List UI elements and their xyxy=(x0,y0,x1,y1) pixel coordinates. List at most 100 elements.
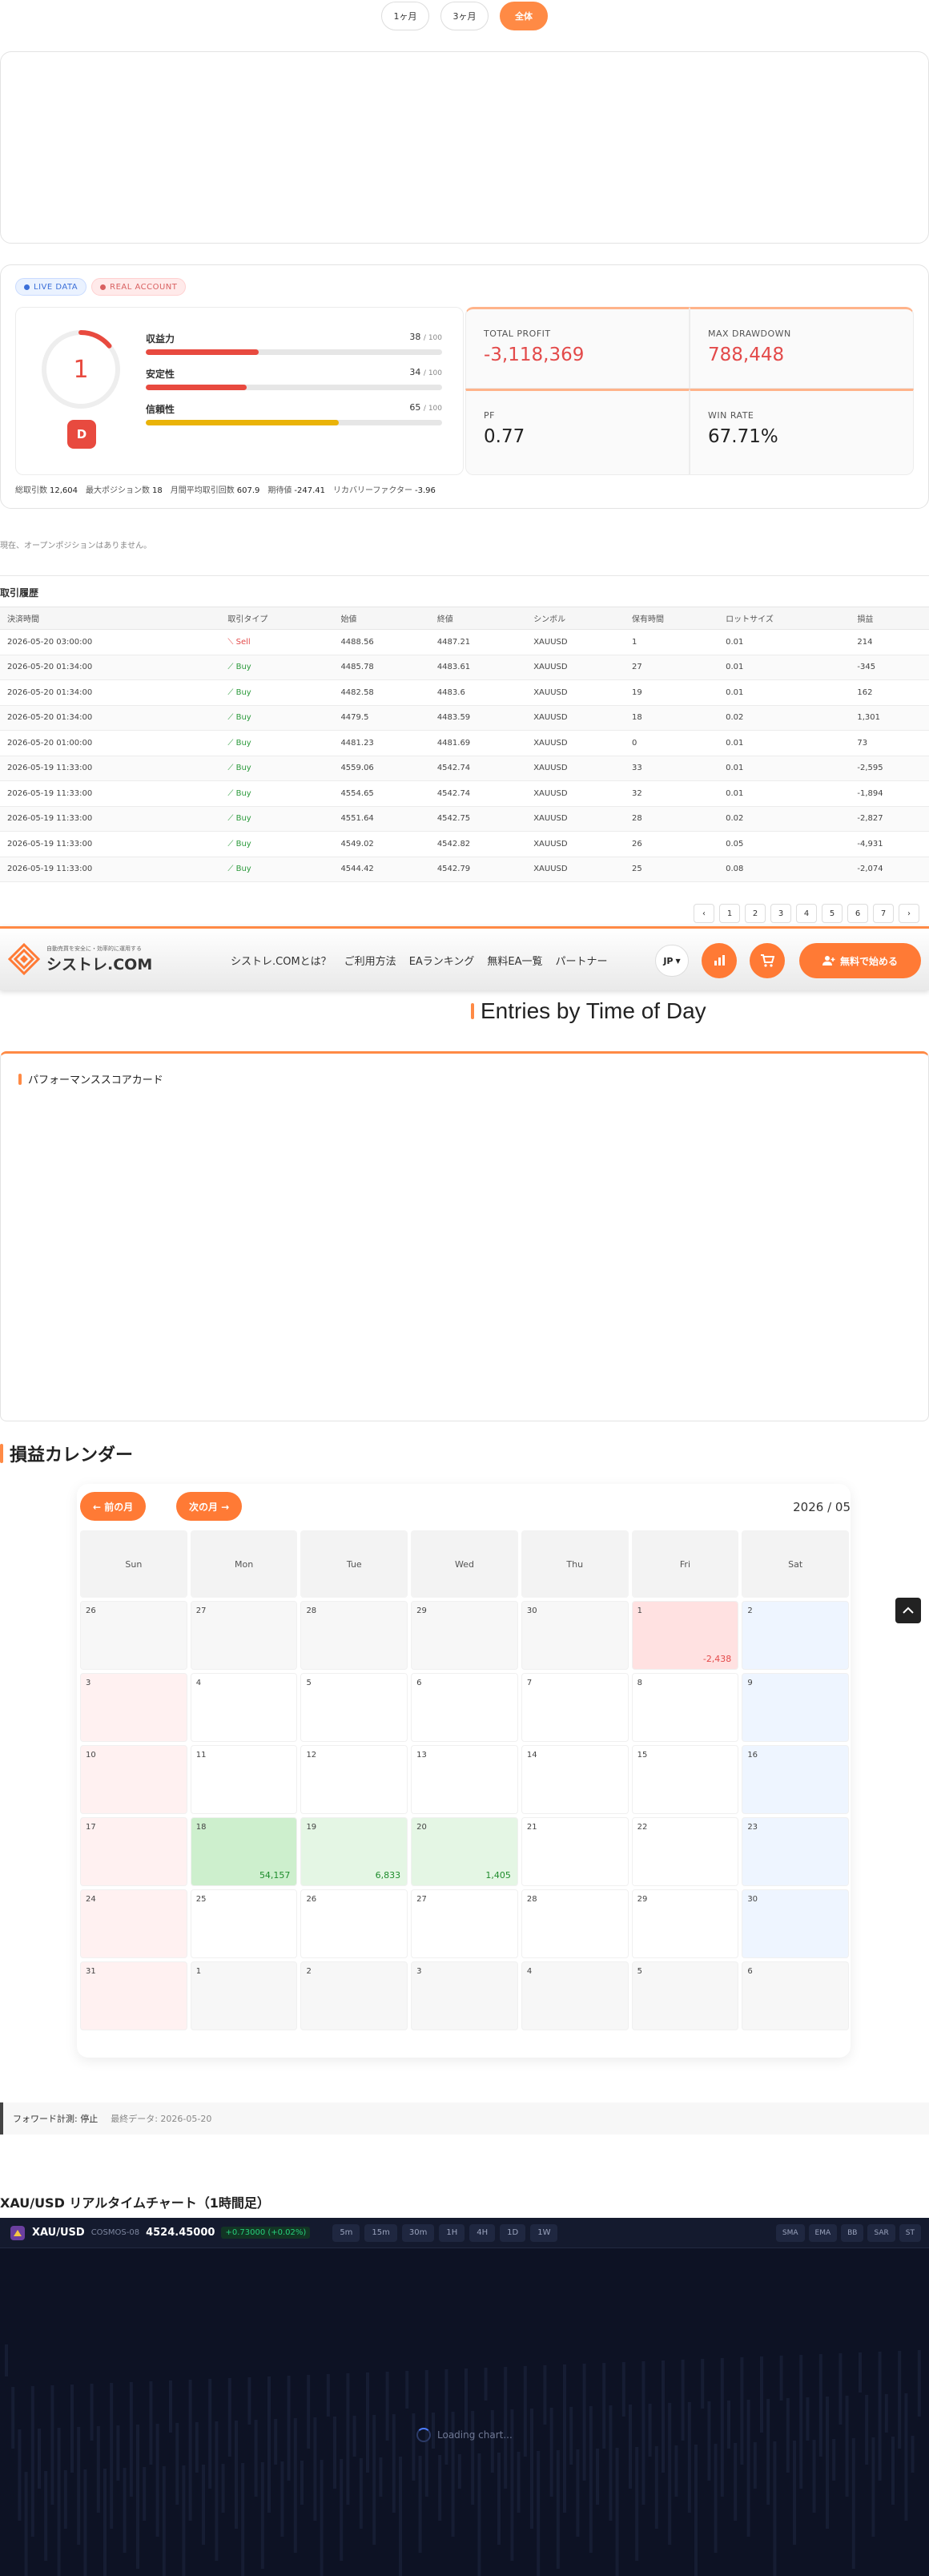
calendar-day[interactable]: 19 6,833 xyxy=(300,1817,408,1886)
calendar-day[interactable]: 28 xyxy=(300,1601,408,1670)
calendar-day[interactable]: 3 xyxy=(80,1673,187,1742)
timeframe-button[interactable]: 5m xyxy=(332,2223,360,2242)
calendar-day[interactable]: 5 xyxy=(300,1673,408,1742)
timeframe-button[interactable]: 15m xyxy=(364,2223,397,2242)
chart-bg-candle xyxy=(372,2415,376,2545)
period-tab[interactable]: 3ヶ月 xyxy=(440,2,489,30)
chart-bg-candle xyxy=(169,2380,172,2433)
chart-bg-candle xyxy=(366,2372,369,2473)
calendar-day[interactable]: 6 xyxy=(411,1673,518,1742)
calendar-day[interactable]: 12 xyxy=(300,1745,408,1814)
calendar-day[interactable]: 23 xyxy=(742,1817,850,1886)
nav-link[interactable]: シストレ.COMとは？ xyxy=(231,953,332,968)
calendar-day[interactable]: 4 xyxy=(521,1961,629,2030)
column-header[interactable]: シンボル xyxy=(526,607,625,630)
calendar-day[interactable]: 30 xyxy=(742,1889,850,1958)
calendar-day[interactable]: 20 1,405 xyxy=(411,1817,518,1886)
calendar-day[interactable]: 6 xyxy=(742,1961,850,2030)
page-button[interactable]: ‹ xyxy=(694,904,714,923)
calendar-day[interactable]: 5 xyxy=(631,1961,739,2030)
nav-link[interactable]: パートナー xyxy=(556,953,608,968)
calendar-day[interactable]: 24 xyxy=(80,1889,187,1958)
table-row: 2026-05-20 01:34:00 ⟋ Buy 4479.5 4483.59 XAU… xyxy=(0,705,929,731)
calendar-day[interactable]: 16 xyxy=(742,1745,850,1814)
chart-bg-candle xyxy=(845,2396,849,2497)
column-header[interactable]: ロットサイズ xyxy=(718,607,851,630)
indicator-button[interactable]: BB xyxy=(841,2223,864,2242)
indicator-button[interactable]: EMA xyxy=(808,2223,838,2242)
timeframe-button[interactable]: 1W xyxy=(530,2223,558,2242)
site-logo[interactable]: 自動売買を安全に・効率的に運用する シストレ.COM xyxy=(8,943,152,975)
calendar-day[interactable]: 18 54,157 xyxy=(190,1817,298,1886)
calendar-day[interactable]: 1 -2,438 xyxy=(631,1601,739,1670)
indicator-button[interactable]: SMA xyxy=(775,2223,805,2242)
chart-bg-candle xyxy=(287,2376,291,2481)
calendar-day[interactable]: 22 xyxy=(631,1817,739,1886)
period-tab[interactable]: 1ヶ月 xyxy=(381,2,429,30)
timeframe-button[interactable]: 4H xyxy=(469,2223,496,2242)
calendar-day[interactable]: 29 xyxy=(631,1889,739,1958)
page-button[interactable]: 6 xyxy=(847,904,868,923)
calendar-day[interactable]: 26 xyxy=(80,1601,187,1670)
calendar-day[interactable]: 13 xyxy=(411,1745,518,1814)
page-button[interactable]: 2 xyxy=(745,904,766,923)
nav-link[interactable]: EAランキング xyxy=(409,953,475,968)
chart-bg-candle xyxy=(859,2352,862,2393)
nav-link[interactable]: 無料EA一覧 xyxy=(487,953,542,968)
page-button[interactable]: 3 xyxy=(770,904,791,923)
calendar-day[interactable]: 14 xyxy=(521,1745,629,1814)
column-header[interactable]: 始値 xyxy=(333,607,430,630)
calendar-day[interactable]: 30 xyxy=(521,1601,629,1670)
calendar-day[interactable]: 9 xyxy=(742,1673,850,1742)
chart-bg-candle xyxy=(773,2441,777,2576)
column-header[interactable]: 保有時間 xyxy=(625,607,719,630)
calendar-day[interactable]: 8 xyxy=(631,1673,739,1742)
page-button[interactable]: › xyxy=(899,904,919,923)
calendar-day[interactable]: 26 xyxy=(300,1889,408,1958)
scroll-to-top-button[interactable] xyxy=(895,1598,921,1623)
page-button[interactable]: 4 xyxy=(796,904,817,923)
calendar-day[interactable]: 28 xyxy=(521,1889,629,1958)
column-header[interactable]: 損益 xyxy=(850,607,929,630)
start-free-button[interactable]: 無料で始める xyxy=(799,943,921,978)
prev-month-button[interactable]: ← 前の月 xyxy=(80,1492,147,1521)
column-header[interactable]: 取引タイプ xyxy=(220,607,334,630)
calendar-day[interactable]: 11 xyxy=(190,1745,298,1814)
nav-link[interactable]: ご利用方法 xyxy=(344,953,396,968)
page-button[interactable]: 5 xyxy=(822,904,843,923)
chart-bg-candle xyxy=(720,2358,724,2497)
calendar-day[interactable]: 4 xyxy=(190,1673,298,1742)
calendar-day[interactable]: 10 xyxy=(80,1745,187,1814)
column-header[interactable]: 決済時間 xyxy=(0,607,221,630)
period-tab[interactable]: 全体 xyxy=(500,2,548,30)
calendar-day[interactable]: 17 xyxy=(80,1817,187,1886)
column-header[interactable]: 終値 xyxy=(429,607,527,630)
cart-button[interactable] xyxy=(750,943,785,978)
page-button[interactable]: 1 xyxy=(719,904,740,923)
calendar-day[interactable]: 27 xyxy=(190,1601,298,1670)
language-selector[interactable]: JP ▼ xyxy=(655,945,689,977)
calendar-day[interactable]: 21 xyxy=(521,1817,629,1886)
indicator-button[interactable]: SAR xyxy=(867,2223,895,2242)
chart-bg-candle xyxy=(701,2359,705,2409)
chart-bg-candle xyxy=(635,2447,639,2561)
calendar-day[interactable]: 27 xyxy=(411,1889,518,1958)
next-month-button[interactable]: 次の月 → xyxy=(176,1492,243,1521)
calendar-day[interactable]: 1 xyxy=(190,1961,298,2030)
calendar-day[interactable]: 29 xyxy=(411,1601,518,1670)
calendar-day[interactable]: 31 xyxy=(80,1961,187,2030)
ranking-button[interactable] xyxy=(702,943,737,978)
calendar-day[interactable]: 25 xyxy=(190,1889,298,1958)
calendar-day[interactable]: 15 xyxy=(631,1745,739,1814)
calendar-day[interactable]: 2 xyxy=(300,1961,408,2030)
timeframe-button[interactable]: 30m xyxy=(401,2223,435,2242)
timeframe-button[interactable]: 1D xyxy=(500,2223,526,2242)
indicator-button[interactable]: ST xyxy=(899,2223,921,2242)
calendar-day[interactable]: 3 xyxy=(411,1961,518,2030)
calendar-day[interactable]: 2 xyxy=(742,1601,850,1670)
calendar-day[interactable]: 7 xyxy=(521,1673,629,1742)
page-button[interactable]: 7 xyxy=(873,904,894,923)
calendar-month: 2026 / 05 xyxy=(793,1500,851,1514)
timeframe-button[interactable]: 1H xyxy=(439,2223,465,2242)
chart-bg-candle xyxy=(799,2355,803,2489)
